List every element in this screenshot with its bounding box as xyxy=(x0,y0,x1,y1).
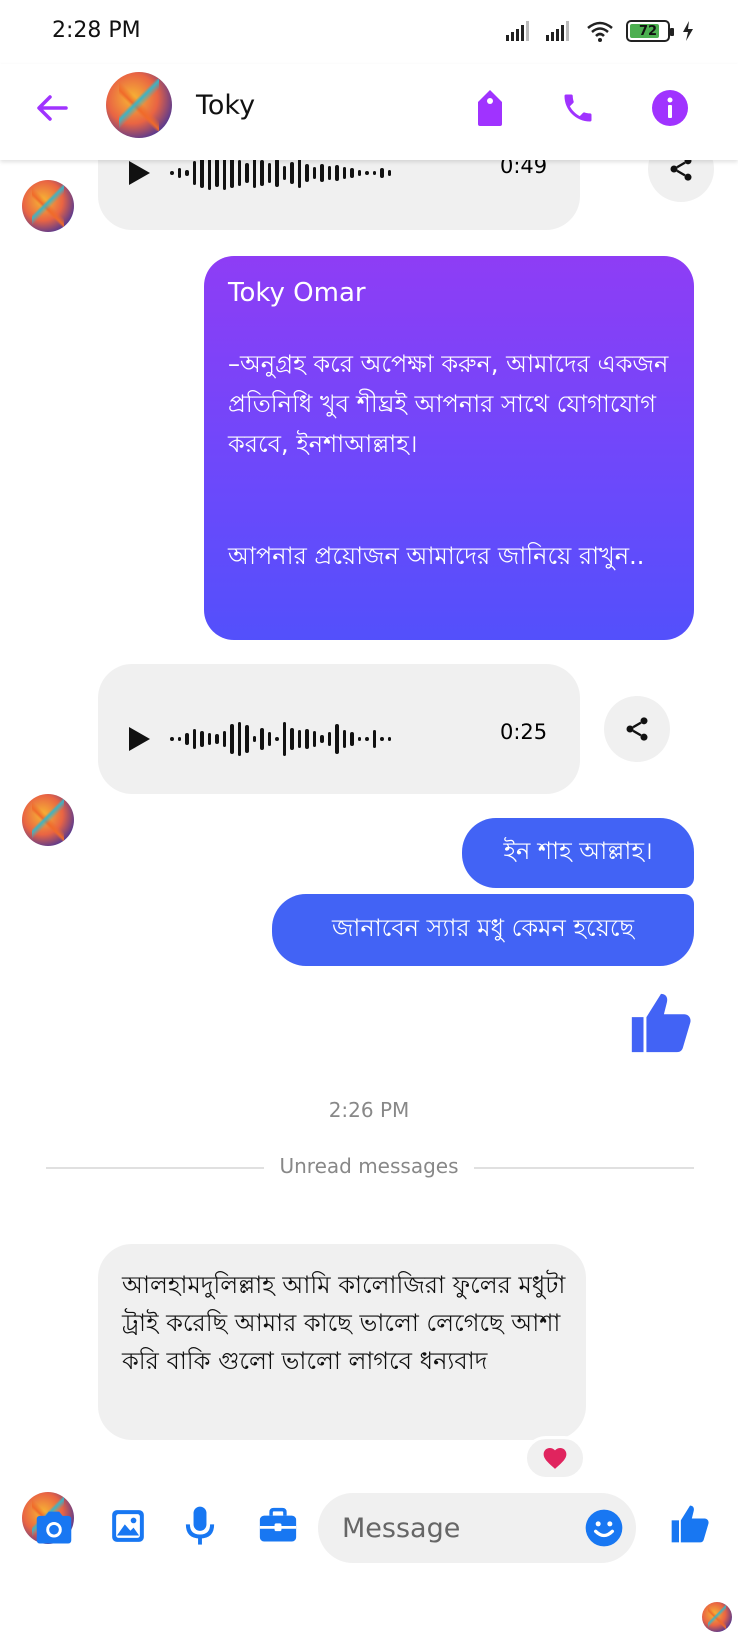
card-paragraph-2: আপনার প্রয়োজন আমাদের জানিয়ে রাখুন.. xyxy=(228,542,645,570)
emoji-button[interactable] xyxy=(580,1504,628,1552)
reaction-badge[interactable]: ❤️ xyxy=(524,1436,586,1480)
audio-message-2[interactable]: 0:25 xyxy=(98,664,580,794)
business-tools-button[interactable] xyxy=(254,1502,302,1550)
battery-icon: 72 xyxy=(626,20,674,42)
back-button[interactable] xyxy=(30,86,74,130)
camera-icon xyxy=(36,1511,72,1544)
back-arrow-icon xyxy=(37,95,68,121)
chat-header: Toky xyxy=(0,64,738,160)
status-bar: 2:28 PM 72 xyxy=(0,0,738,64)
wifi-icon xyxy=(587,21,613,42)
divider-line xyxy=(46,1167,264,1169)
outgoing-auto-reply-message[interactable]: Toky Omar –অনুগ্রহ করে অপেক্ষা করুন, আমা… xyxy=(204,256,694,640)
card-paragraph-1: –অনুগ্রহ করে অপেক্ষা করুন, আমাদের একজন প… xyxy=(228,350,669,458)
signal-icon-2 xyxy=(546,21,569,41)
voice-button[interactable] xyxy=(176,1502,224,1550)
image-icon xyxy=(112,1510,144,1542)
tag-icon xyxy=(478,90,502,126)
share-icon xyxy=(626,717,648,741)
briefcase-icon xyxy=(259,1507,297,1542)
timestamp: 2:26 PM xyxy=(328,1098,410,1122)
read-receipt-avatar xyxy=(702,1602,732,1632)
tag-button[interactable] xyxy=(468,86,512,130)
share-button-2[interactable] xyxy=(604,696,670,762)
contact-name[interactable]: Toky xyxy=(196,90,255,121)
sender-avatar[interactable] xyxy=(22,180,74,232)
like-button[interactable] xyxy=(666,1500,714,1548)
microphone-icon xyxy=(185,1506,215,1545)
thumbs-up-icon xyxy=(671,1505,709,1543)
emoji-icon xyxy=(585,1509,623,1547)
sender-avatar[interactable] xyxy=(22,794,74,846)
gallery-button[interactable] xyxy=(104,1502,152,1550)
play-icon[interactable] xyxy=(126,726,152,752)
outgoing-message[interactable]: জানাবেন স্যার মধু কেমন হয়েছে xyxy=(272,894,694,966)
info-icon xyxy=(652,90,688,126)
heart-icon xyxy=(543,1448,567,1469)
card-sender-name: Toky Omar xyxy=(228,278,366,308)
play-icon[interactable] xyxy=(126,160,152,186)
call-button[interactable] xyxy=(556,86,600,130)
phone-icon xyxy=(564,94,592,122)
status-time: 2:28 PM xyxy=(52,18,141,43)
incoming-message[interactable]: আলহামদুলিল্লাহ আমি কালোজিরা ফুলের মধুটা … xyxy=(98,1244,586,1440)
incoming-message-text: আলহামদুলিল্লাহ আমি কালোজিরা ফুলের মধুটা … xyxy=(122,1271,566,1375)
info-button[interactable] xyxy=(648,86,692,130)
charging-icon xyxy=(683,21,693,41)
battery-level: 72 xyxy=(638,23,658,39)
outgoing-message[interactable]: ইন শাহ আল্লাহ। xyxy=(462,818,694,888)
sent-like[interactable] xyxy=(626,988,696,1062)
unread-divider-label: Unread messages xyxy=(279,1154,459,1178)
contact-avatar[interactable] xyxy=(106,72,172,138)
status-icons: 72 xyxy=(506,20,694,42)
thumbs-up-icon xyxy=(631,993,691,1053)
audio-duration-2: 0:25 xyxy=(500,720,548,744)
signal-icon xyxy=(506,21,529,41)
audio-waveform xyxy=(170,716,391,762)
camera-button[interactable] xyxy=(30,1504,78,1552)
divider-line xyxy=(474,1167,694,1169)
